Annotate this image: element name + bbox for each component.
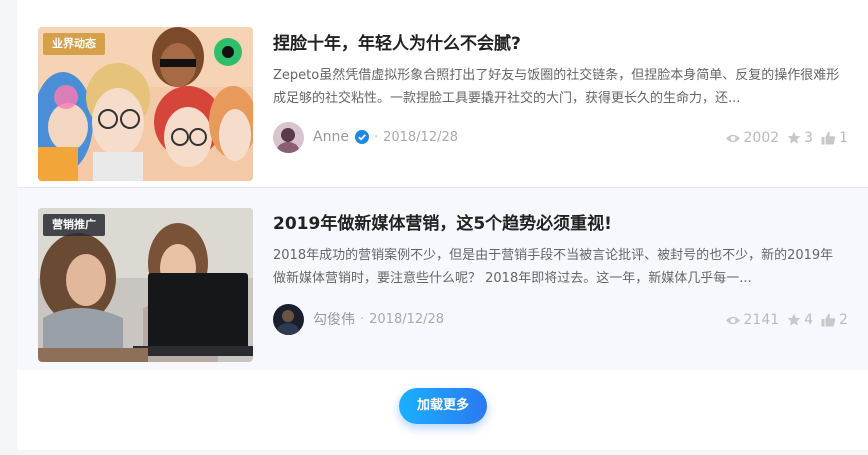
article-stats: 2141 4 2	[717, 312, 848, 328]
star-icon	[787, 131, 801, 144]
article-meta: Anne · 2018/12/28	[273, 121, 458, 153]
eye-icon	[725, 316, 740, 324]
author-name[interactable]: Anne	[313, 129, 349, 145]
views-count: 2141	[725, 312, 779, 328]
article-excerpt: Zepeto虽然凭借虚拟形象合照打出了好友与饭圈的社交链条，但捏脸本身简单、反复…	[273, 68, 840, 106]
category-tag[interactable]: 营销推广	[43, 214, 105, 236]
load-more-button[interactable]: 加载更多	[399, 388, 487, 424]
thumbs-up-icon	[821, 131, 836, 145]
article-excerpt: 2018年成功的营销案例不少，但是由于营销手段不当被言论批评、被封号的也不少，新…	[273, 248, 834, 286]
article-thumbnail[interactable]: 营销推广	[38, 208, 253, 362]
article-meta: 勾俊伟 · 2018/12/28	[273, 303, 444, 335]
article-list-panel: 业界动态 捏脸十年，年轻人为什么不会腻? Zepeto虽然凭借虚拟形象合照打出了…	[17, 0, 868, 450]
separator: ·	[360, 311, 365, 327]
likes-count[interactable]: 2	[821, 312, 848, 328]
article-thumbnail[interactable]: 业界动态	[38, 27, 253, 181]
stars-count[interactable]: 4	[787, 312, 813, 328]
star-icon	[787, 313, 801, 326]
avatar[interactable]	[273, 121, 304, 153]
article-card[interactable]: 营销推广 2019年做新媒体营销，这5个趋势必须重视! 2018年成功的营销案例…	[17, 188, 868, 370]
eye-icon	[725, 134, 740, 142]
verified-badge-icon	[354, 130, 369, 144]
article-card[interactable]: 业界动态 捏脸十年，年轻人为什么不会腻? Zepeto虽然凭借虚拟形象合照打出了…	[17, 0, 868, 188]
views-count: 2002	[725, 130, 779, 146]
publish-date: 2018/12/28	[369, 311, 445, 327]
likes-count[interactable]: 1	[821, 130, 848, 146]
category-tag[interactable]: 业界动态	[43, 33, 105, 55]
separator: ·	[373, 129, 379, 145]
thumbs-up-icon	[821, 313, 836, 327]
article-title[interactable]: 捏脸十年，年轻人为什么不会腻?	[273, 29, 521, 54]
stars-count[interactable]: 3	[787, 130, 813, 146]
article-title[interactable]: 2019年做新媒体营销，这5个趋势必须重视!	[273, 209, 612, 234]
avatar[interactable]	[273, 303, 304, 335]
publish-date: 2018/12/28	[383, 129, 459, 145]
article-stats: 2002 3 1	[717, 130, 848, 146]
author-name[interactable]: 勾俊伟	[313, 309, 355, 329]
